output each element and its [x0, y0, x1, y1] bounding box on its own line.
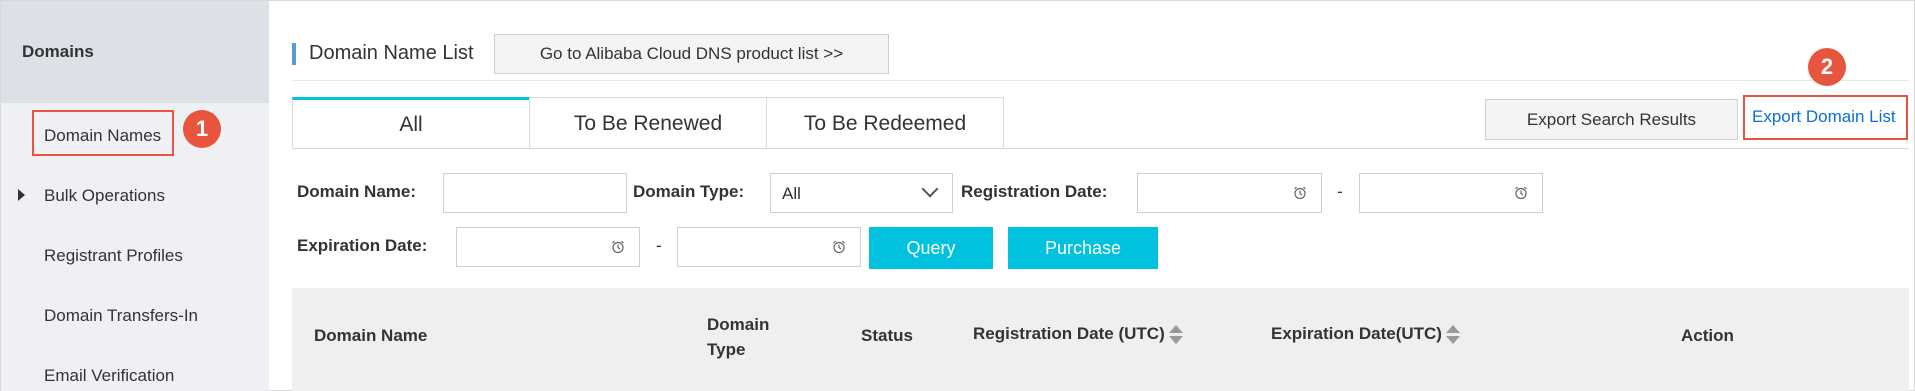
sidebar-item-label: Registrant Profiles	[44, 246, 183, 265]
domain-type-selected: All	[782, 184, 801, 203]
go-to-dns-button[interactable]: Go to Alibaba Cloud DNS product list >>	[494, 34, 889, 74]
registration-date-start-input[interactable]	[1137, 173, 1322, 213]
divider	[292, 80, 1909, 81]
tab-to-be-renewed[interactable]: To Be Renewed	[529, 97, 767, 149]
domain-type-label: Domain Type:	[633, 182, 745, 201]
column-header-action: Action	[1681, 326, 1734, 345]
expiration-date-end-input[interactable]	[677, 227, 861, 267]
sidebar-header: Domains	[1, 1, 269, 103]
sort-icon[interactable]	[1445, 324, 1460, 345]
expiration-date-start-input[interactable]	[456, 227, 640, 267]
step-badge-2: 2	[1808, 48, 1846, 86]
date-range-separator: -	[656, 236, 662, 255]
clock-icon	[833, 240, 845, 254]
page-title: Domain Name List	[309, 42, 474, 64]
clock-icon	[1515, 186, 1527, 200]
column-header-registration-date[interactable]: Registration Date (UTC)	[973, 324, 1183, 345]
domain-name-input[interactable]	[443, 173, 627, 213]
column-header-domain-name: Domain Name	[314, 326, 428, 345]
export-search-results-button[interactable]: Export Search Results	[1485, 99, 1738, 140]
highlight-box-step-1	[32, 110, 174, 156]
clock-icon	[1294, 186, 1306, 200]
sidebar-item-label: Bulk Operations	[44, 186, 165, 205]
query-button[interactable]: Query	[869, 227, 993, 269]
column-header-status: Status	[861, 326, 913, 345]
sidebar-item-label: Domain Transfers-In	[44, 306, 198, 325]
sort-icon[interactable]	[1168, 324, 1183, 345]
tabs-divider	[292, 148, 1909, 149]
expiration-date-label: Expiration Date:	[297, 236, 428, 255]
purchase-button[interactable]: Purchase	[1008, 227, 1158, 269]
domain-type-select[interactable]: All	[770, 173, 953, 213]
column-header-label: Registration Date (UTC)	[973, 324, 1165, 343]
caret-right-icon	[18, 189, 25, 201]
tab-to-be-redeemed[interactable]: To Be Redeemed	[766, 97, 1004, 149]
title-accent-bar	[292, 43, 296, 65]
date-range-separator: -	[1337, 182, 1343, 201]
registration-date-label: Registration Date:	[961, 182, 1108, 201]
domain-name-label: Domain Name:	[297, 182, 417, 201]
chevron-down-icon	[921, 180, 939, 198]
registration-date-end-input[interactable]	[1359, 173, 1543, 213]
table-header: Domain Name Domain Type Status Registrat…	[292, 288, 1909, 391]
highlight-box-step-2	[1743, 95, 1908, 140]
clock-icon	[612, 240, 624, 254]
column-header-domain-type: Domain Type	[707, 315, 770, 359]
step-badge-1: 1	[183, 110, 221, 148]
sidebar-item-label: Email Verification	[44, 366, 175, 385]
tab-all[interactable]: All	[292, 97, 530, 149]
sidebar: Domains Domain Names Bulk Operations Reg…	[1, 1, 269, 391]
column-header-label: Expiration Date(UTC)	[1271, 324, 1442, 343]
column-header-expiration-date[interactable]: Expiration Date(UTC)	[1271, 324, 1460, 345]
